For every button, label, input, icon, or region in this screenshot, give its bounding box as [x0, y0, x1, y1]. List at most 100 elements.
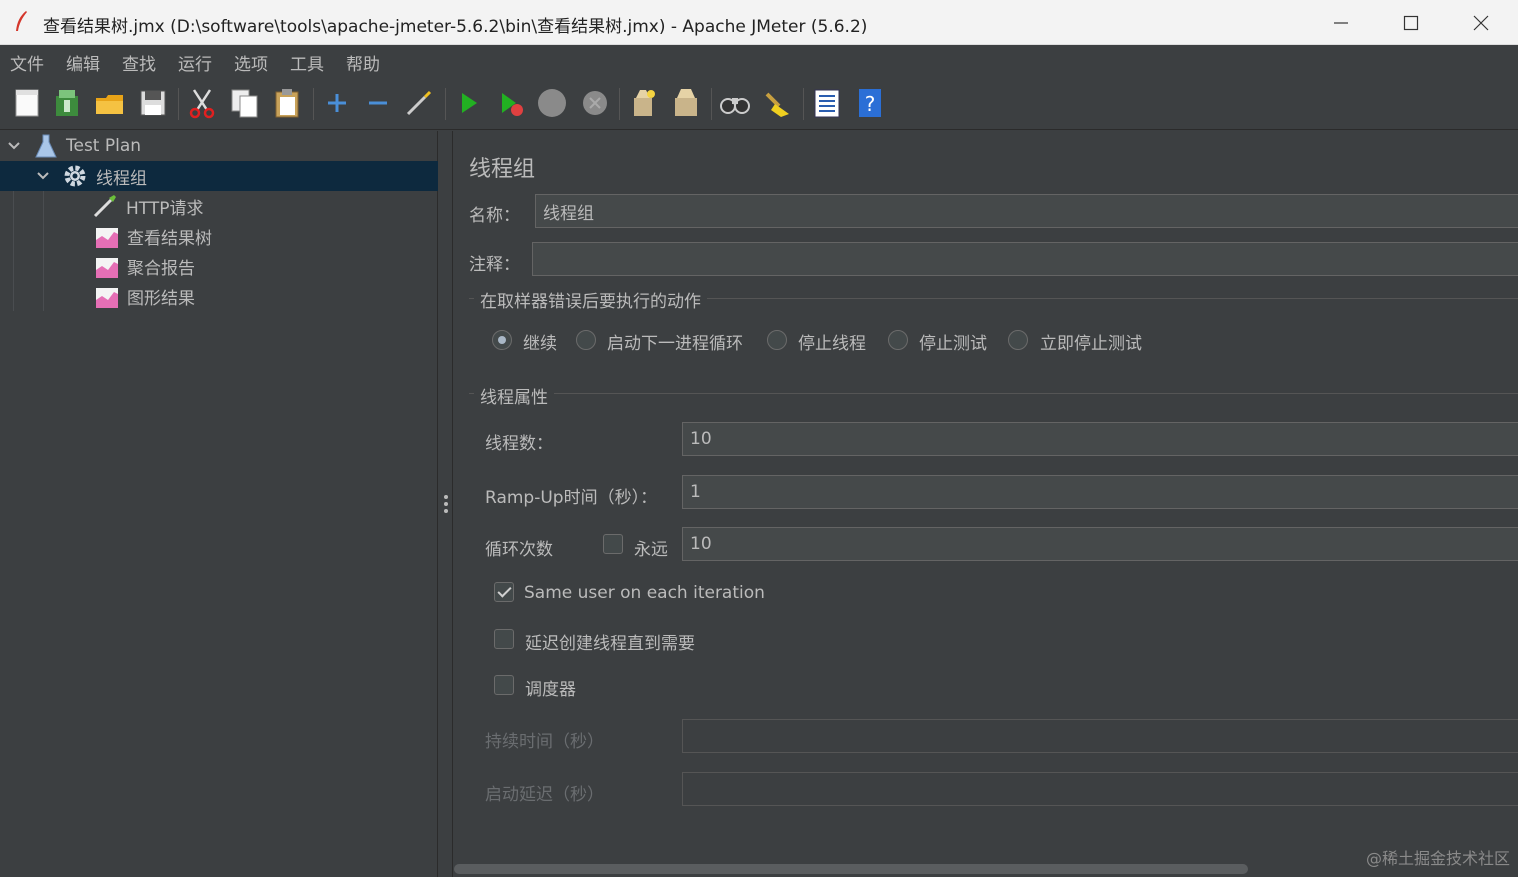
tree-label: 查看结果树	[127, 228, 212, 249]
splitter-grip-dot	[444, 502, 448, 506]
scheduler-label[interactable]: 调度器	[525, 675, 576, 700]
tree-node-test-plan[interactable]: Test Plan	[0, 131, 438, 161]
svg-text:?: ?	[865, 92, 876, 116]
tree-node-graph-results[interactable]: 图形结果	[0, 281, 438, 311]
tree-label: 图形结果	[127, 288, 195, 309]
open-button[interactable]	[93, 86, 127, 120]
templates-button[interactable]	[50, 86, 84, 120]
menu-tools[interactable]: 工具	[290, 50, 324, 75]
tree-node-thread-group[interactable]: 线程组	[0, 161, 438, 191]
thread-props-group-title: 线程属性	[474, 383, 554, 408]
paste-button[interactable]	[271, 86, 305, 120]
paste-icon	[275, 89, 299, 118]
radio-stop-test[interactable]	[888, 330, 908, 350]
radio-stop-thread[interactable]	[767, 330, 787, 350]
copy-button[interactable]	[228, 86, 262, 120]
forever-label[interactable]: 永远	[634, 535, 668, 560]
clear-button[interactable]	[626, 86, 660, 120]
toolbar: ?	[0, 78, 1518, 130]
delay-thread-creation-checkbox[interactable]	[494, 629, 514, 649]
tree-node-view-results-tree[interactable]: 查看结果树	[0, 221, 438, 251]
stop-button[interactable]	[535, 86, 569, 120]
loop-count-label: 循环次数	[485, 540, 553, 560]
clear-all-button[interactable]	[669, 86, 703, 120]
toggle-icon	[406, 90, 432, 116]
chevron-down-icon[interactable]	[6, 138, 22, 154]
tree-label: HTTP请求	[126, 198, 204, 219]
rampup-field[interactable]: 1	[682, 475, 1518, 509]
delay-thread-creation-label[interactable]: 延迟创建线程直到需要	[525, 629, 695, 654]
collapse-all-button[interactable]	[361, 86, 395, 120]
chevron-down-icon[interactable]	[35, 168, 51, 184]
radio-stop-test-now[interactable]	[1008, 330, 1028, 350]
reset-search-button[interactable]	[761, 86, 795, 120]
listener-chart-icon	[96, 288, 118, 308]
radio-start-next-loop[interactable]	[576, 330, 596, 350]
menu-options[interactable]: 选项	[234, 50, 268, 75]
panel-heading: 线程组	[469, 157, 536, 182]
expand-icon	[328, 94, 346, 112]
startup-delay-field[interactable]	[682, 772, 1518, 806]
splitter-grip-dot	[444, 509, 448, 513]
start-icon	[462, 93, 477, 113]
comment-field[interactable]	[532, 242, 1518, 276]
toggle-button[interactable]	[403, 86, 437, 120]
tree-node-aggregate-report[interactable]: 聚合报告	[0, 251, 438, 281]
group-border	[469, 393, 1518, 394]
radio-stop-thread-label[interactable]: 停止线程	[798, 329, 866, 354]
same-user-checkbox[interactable]	[494, 582, 514, 602]
tree-node-http-request[interactable]: HTTP请求	[0, 191, 438, 221]
menu-help[interactable]: 帮助	[346, 50, 380, 75]
panel-splitter[interactable]	[439, 131, 453, 877]
radio-start-next-loop-label[interactable]: 启动下一进程循环	[607, 329, 743, 354]
collapse-icon	[369, 101, 387, 105]
menu-edit[interactable]: 编辑	[66, 50, 100, 75]
cut-icon	[189, 89, 215, 119]
forever-checkbox[interactable]	[603, 534, 623, 554]
function-helper-button[interactable]	[810, 86, 844, 120]
name-field[interactable]: 线程组	[535, 194, 1518, 228]
same-user-label[interactable]: Same user on each iteration	[524, 583, 765, 603]
title-bar: 查看结果树.jmx (D:\software\tools\apache-jmet…	[0, 0, 1518, 45]
test-plan-tree: Test Plan 线程组 HTTP请求 查看结果树 聚合报告 图形结果	[0, 131, 438, 877]
search-button[interactable]	[718, 86, 752, 120]
expand-all-button[interactable]	[320, 86, 354, 120]
name-label: 名称：	[469, 206, 520, 226]
save-button[interactable]	[136, 86, 170, 120]
loop-count-field[interactable]: 10	[682, 527, 1518, 561]
radio-stop-test-now-label[interactable]: 立即停止测试	[1040, 329, 1142, 354]
menu-file[interactable]: 文件	[10, 50, 44, 75]
scheduler-checkbox[interactable]	[494, 675, 514, 695]
radio-stop-test-label[interactable]: 停止测试	[919, 329, 987, 354]
listener-chart-icon	[96, 228, 118, 248]
start-button[interactable]	[452, 86, 486, 120]
threads-label: 线程数：	[485, 434, 553, 454]
tree-label: 聚合报告	[127, 258, 195, 279]
cut-button[interactable]	[185, 86, 219, 120]
scrollbar-thumb[interactable]	[454, 864, 1248, 874]
menu-run[interactable]: 运行	[178, 50, 212, 75]
toolbar-separator	[711, 88, 712, 120]
radio-continue-label[interactable]: 继续	[523, 329, 557, 354]
threads-field[interactable]: 10	[682, 422, 1518, 456]
comment-label: 注释：	[469, 255, 520, 275]
tree-label: 线程组	[96, 168, 147, 189]
maximize-button[interactable]	[1376, 0, 1446, 45]
jmeter-feather-icon	[16, 11, 27, 31]
watermark: @稀土掘金技术社区	[1365, 849, 1510, 868]
startup-delay-label: 启动延迟（秒）	[485, 785, 604, 805]
close-button[interactable]	[1446, 0, 1516, 45]
toolbar-separator	[178, 88, 179, 120]
help-button[interactable]: ?	[853, 86, 887, 120]
start-no-pauses-button[interactable]	[494, 86, 528, 120]
window-title: 查看结果树.jmx (D:\software\tools\apache-jmet…	[43, 17, 868, 37]
shutdown-button[interactable]	[578, 86, 612, 120]
duration-field[interactable]	[682, 719, 1518, 753]
radio-continue[interactable]	[492, 330, 512, 350]
menu-search[interactable]: 查找	[122, 50, 156, 75]
start-no-pause-icon	[502, 93, 523, 116]
horizontal-scrollbar[interactable]	[454, 861, 1518, 877]
toolbar-separator	[313, 88, 314, 120]
new-button[interactable]	[10, 86, 44, 120]
minimize-button[interactable]	[1306, 0, 1376, 45]
